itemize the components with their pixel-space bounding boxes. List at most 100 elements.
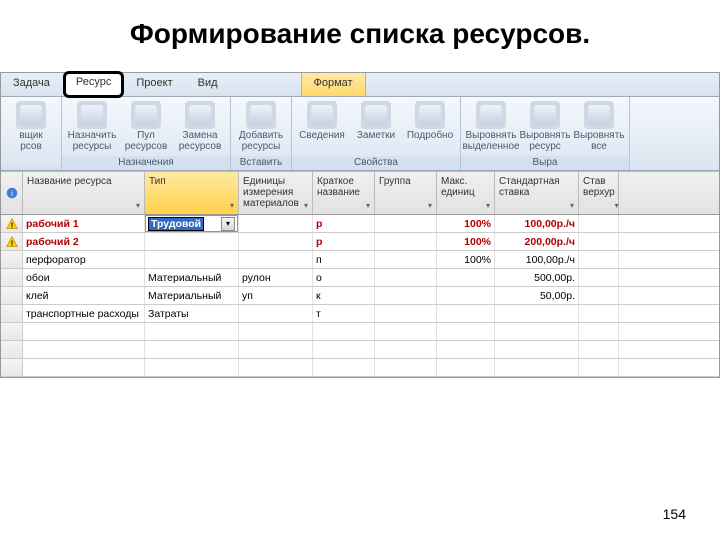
cell-name[interactable]: обои bbox=[23, 269, 145, 286]
cell-name[interactable]: рабочий 2 bbox=[23, 233, 145, 250]
cell-max[interactable] bbox=[437, 359, 495, 376]
cell-short[interactable]: р bbox=[313, 233, 375, 250]
cell-name[interactable] bbox=[23, 323, 145, 340]
cell-max[interactable]: 100% bbox=[437, 233, 495, 250]
cell-unit[interactable] bbox=[239, 233, 313, 250]
ribbon-button[interactable]: Заметки bbox=[350, 99, 402, 142]
column-header-over[interactable]: Став верхур▾ bbox=[579, 172, 619, 214]
cell-type[interactable]: Трудовой▾ТрудовойМатериальныйЗатраты bbox=[145, 215, 239, 232]
cell-name[interactable]: клей bbox=[23, 287, 145, 304]
column-sort-icon[interactable]: ▾ bbox=[366, 201, 370, 210]
column-sort-icon[interactable]: ▾ bbox=[486, 201, 490, 210]
cell-rate[interactable]: 100,00р./ч bbox=[495, 251, 579, 268]
cell-type[interactable] bbox=[145, 341, 239, 358]
cell-name[interactable]: перфоратор bbox=[23, 251, 145, 268]
cell-short[interactable] bbox=[313, 323, 375, 340]
ribbon-button[interactable]: Выровнятьресурс bbox=[519, 99, 571, 152]
ribbon-button[interactable]: Добавитьресурсы bbox=[235, 99, 287, 152]
cell-rate[interactable]: 200,00р./ч bbox=[495, 233, 579, 250]
tab-resource[interactable]: Ресурс bbox=[63, 71, 124, 98]
table-row[interactable] bbox=[1, 323, 719, 341]
ribbon-button[interactable]: Выровнятьвсе bbox=[573, 99, 625, 152]
cell-type[interactable]: Материальный bbox=[145, 269, 239, 286]
cell-over[interactable] bbox=[579, 305, 619, 322]
table-row[interactable]: клейМатериальныйупк50,00р. bbox=[1, 287, 719, 305]
tab-project[interactable]: Проект bbox=[124, 73, 185, 96]
cell-group[interactable] bbox=[375, 215, 437, 232]
cell-unit[interactable] bbox=[239, 215, 313, 232]
cell-max[interactable] bbox=[437, 323, 495, 340]
cell-short[interactable]: к bbox=[313, 287, 375, 304]
cell-group[interactable] bbox=[375, 233, 437, 250]
cell-type[interactable] bbox=[145, 359, 239, 376]
ribbon-button[interactable]: Сведения bbox=[296, 99, 348, 142]
cell-over[interactable] bbox=[579, 323, 619, 340]
cell-max[interactable] bbox=[437, 287, 495, 304]
cell-short[interactable]: о bbox=[313, 269, 375, 286]
cell-max[interactable] bbox=[437, 341, 495, 358]
ribbon-button[interactable]: вщикрсов bbox=[5, 99, 57, 152]
table-row[interactable]: перфоратор п 100%100,00р./ч bbox=[1, 251, 719, 269]
cell-type[interactable]: Материальный bbox=[145, 287, 239, 304]
column-sort-icon[interactable]: ▾ bbox=[570, 201, 574, 210]
cell-rate[interactable]: 50,00р. bbox=[495, 287, 579, 304]
ribbon-button[interactable]: Пулресурсов bbox=[120, 99, 172, 152]
table-row[interactable]: !рабочий 2р100%200,00р./ч bbox=[1, 233, 719, 251]
cell-type[interactable]: Затраты bbox=[145, 305, 239, 322]
ribbon-button[interactable]: Подробно bbox=[404, 99, 456, 142]
cell-short[interactable] bbox=[313, 359, 375, 376]
cell-unit[interactable] bbox=[239, 359, 313, 376]
cell-rate[interactable] bbox=[495, 323, 579, 340]
table-row[interactable]: транспортные расходыЗатраты т bbox=[1, 305, 719, 323]
column-sort-icon[interactable]: ▾ bbox=[304, 201, 308, 210]
cell-group[interactable] bbox=[375, 251, 437, 268]
type-dropdown-field[interactable]: Трудовой▾ bbox=[145, 215, 238, 232]
tab-view[interactable]: Вид bbox=[186, 73, 231, 96]
cell-group[interactable] bbox=[375, 269, 437, 286]
column-header-unit[interactable]: Единицы измерения материалов▾ bbox=[239, 172, 313, 214]
cell-rate[interactable]: 500,00р. bbox=[495, 269, 579, 286]
cell-unit[interactable] bbox=[239, 323, 313, 340]
column-sort-icon[interactable]: ▾ bbox=[428, 201, 432, 210]
cell-name[interactable]: транспортные расходы bbox=[23, 305, 145, 322]
cell-unit[interactable]: рулон bbox=[239, 269, 313, 286]
cell-short[interactable]: т bbox=[313, 305, 375, 322]
column-header-type[interactable]: Тип▾ bbox=[145, 172, 239, 214]
cell-over[interactable] bbox=[579, 287, 619, 304]
cell-unit[interactable] bbox=[239, 341, 313, 358]
cell-max[interactable]: 100% bbox=[437, 215, 495, 232]
column-sort-icon[interactable]: ▾ bbox=[136, 201, 140, 210]
cell-max[interactable] bbox=[437, 269, 495, 286]
ribbon-button[interactable]: Назначитьресурсы bbox=[66, 99, 118, 152]
cell-type[interactable] bbox=[145, 251, 239, 268]
ribbon-button[interactable]: Выровнятьвыделенное bbox=[465, 99, 517, 152]
column-header-max[interactable]: Макс. единиц▾ bbox=[437, 172, 495, 214]
cell-group[interactable] bbox=[375, 359, 437, 376]
cell-short[interactable] bbox=[313, 341, 375, 358]
cell-short[interactable]: р bbox=[313, 215, 375, 232]
table-row[interactable] bbox=[1, 341, 719, 359]
cell-rate[interactable] bbox=[495, 359, 579, 376]
cell-type[interactable] bbox=[145, 323, 239, 340]
cell-short[interactable]: п bbox=[313, 251, 375, 268]
cell-over[interactable] bbox=[579, 251, 619, 268]
cell-unit[interactable] bbox=[239, 251, 313, 268]
column-sort-icon[interactable]: ▾ bbox=[615, 201, 619, 210]
cell-max[interactable] bbox=[437, 305, 495, 322]
cell-rate[interactable]: 100,00р./ч bbox=[495, 215, 579, 232]
cell-over[interactable] bbox=[579, 269, 619, 286]
cell-over[interactable] bbox=[579, 233, 619, 250]
tab-format[interactable]: Формат bbox=[301, 73, 366, 96]
cell-group[interactable] bbox=[375, 323, 437, 340]
cell-max[interactable]: 100% bbox=[437, 251, 495, 268]
cell-over[interactable] bbox=[579, 215, 619, 232]
cell-unit[interactable] bbox=[239, 305, 313, 322]
cell-rate[interactable] bbox=[495, 341, 579, 358]
chevron-down-icon[interactable]: ▾ bbox=[221, 217, 235, 231]
table-row[interactable]: !рабочий 1Трудовой▾ТрудовойМатериальныйЗ… bbox=[1, 215, 719, 233]
cell-group[interactable] bbox=[375, 341, 437, 358]
table-row[interactable]: обоиМатериальныйрулоно 500,00р. bbox=[1, 269, 719, 287]
column-header-rate[interactable]: Стандартная ставка▾ bbox=[495, 172, 579, 214]
cell-name[interactable]: рабочий 1 bbox=[23, 215, 145, 232]
tab-task[interactable]: Задача bbox=[1, 73, 63, 96]
